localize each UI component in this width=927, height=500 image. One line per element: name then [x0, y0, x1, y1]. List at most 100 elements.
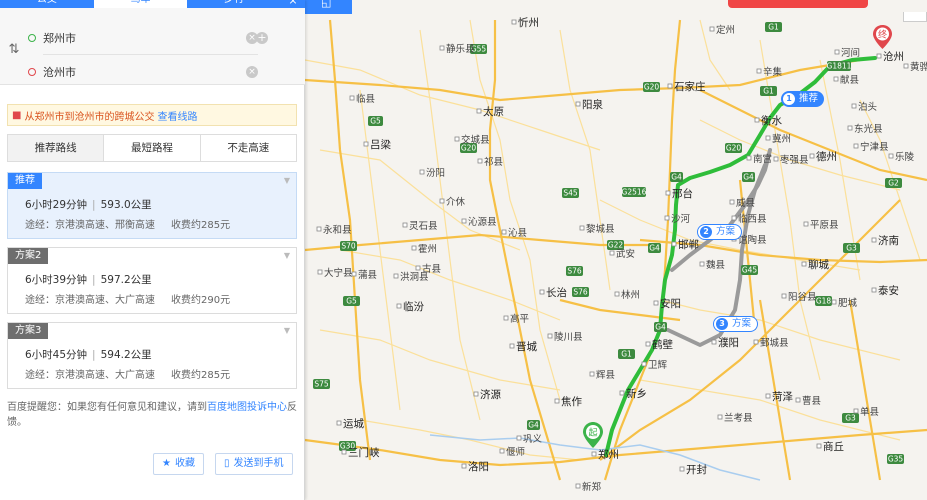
- map-plan-label-1[interactable]: 1 推荐: [781, 91, 825, 107]
- end-pin-icon[interactable]: 终: [873, 25, 892, 49]
- city-label[interactable]: 偃师: [506, 446, 525, 458]
- city-label[interactable]: 南宫: [753, 153, 772, 165]
- city-label[interactable]: 蒲县: [358, 269, 377, 281]
- close-icon[interactable]: ×: [281, 0, 305, 8]
- city-label[interactable]: 辛集: [763, 66, 783, 78]
- city-label[interactable]: 宁津县: [860, 141, 889, 153]
- intercity-bus-banner[interactable]: ■ 从郑州市到沧州市的跨城公交 查看线路: [7, 104, 297, 126]
- city-label[interactable]: 永和县: [323, 224, 352, 236]
- city-label[interactable]: 晋城: [516, 341, 537, 353]
- city-label[interactable]: 东光县: [854, 123, 883, 135]
- city-label[interactable]: 新乡: [626, 387, 647, 400]
- city-label[interactable]: 陵川县: [554, 332, 583, 343]
- tab-drive[interactable]: 驾车: [93, 0, 188, 8]
- tab-shortest[interactable]: 最短路程: [103, 135, 200, 161]
- city-label[interactable]: 兰考县: [724, 412, 753, 424]
- city-label[interactable]: 冀州: [772, 133, 791, 145]
- city-label[interactable]: 献县: [840, 74, 859, 86]
- start-input[interactable]: 郑州市: [43, 30, 246, 46]
- complaint-center-link[interactable]: 百度地图投诉中心: [207, 402, 287, 413]
- city-label[interactable]: 林州: [621, 289, 640, 301]
- city-label[interactable]: 濮阳: [718, 336, 739, 349]
- city-label[interactable]: 定州: [716, 24, 735, 36]
- city-label[interactable]: 吕梁: [370, 138, 391, 151]
- city-label[interactable]: 鹤壁: [652, 338, 673, 351]
- city-label[interactable]: 祁县: [484, 156, 503, 168]
- city-label[interactable]: 临汾: [403, 300, 424, 313]
- city-label[interactable]: 威县: [736, 197, 755, 209]
- city-label[interactable]: 焦作: [561, 395, 582, 408]
- city-label[interactable]: 邯郸: [678, 238, 699, 251]
- city-label[interactable]: 聊城: [808, 258, 829, 271]
- tab-walk[interactable]: 步行: [187, 0, 281, 8]
- city-label[interactable]: 泰安: [878, 284, 899, 297]
- city-label[interactable]: 平原县: [810, 220, 839, 231]
- city-label[interactable]: 卫辉: [648, 360, 668, 371]
- tab-no-highway[interactable]: 不走高速: [199, 135, 296, 161]
- promo-banner[interactable]: [728, 0, 868, 8]
- city-label[interactable]: 沁源县: [468, 217, 497, 228]
- send-to-phone-button[interactable]: ▯ 发送到手机: [215, 453, 293, 475]
- route-plan-3[interactable]: 方案3 ▼ 6小时45分钟 | 594.2公里 途经：京港澳高速、大广高速 收费约28…: [7, 322, 297, 389]
- view-lines-link[interactable]: 查看线路: [157, 108, 197, 123]
- city-label[interactable]: 新郑: [582, 481, 602, 493]
- city-label[interactable]: 运城: [343, 418, 364, 430]
- start-field[interactable]: 郑州市 ×: [28, 24, 258, 55]
- city-label[interactable]: 洛阳: [468, 460, 489, 473]
- city-label[interactable]: 灵石县: [409, 221, 438, 232]
- city-label[interactable]: 安阳: [660, 297, 681, 310]
- city-label[interactable]: 馆陶县: [738, 234, 767, 246]
- city-label[interactable]: 沁县: [508, 228, 527, 239]
- city-label[interactable]: 沧州: [883, 50, 904, 63]
- end-field[interactable]: 沧州市 ×: [28, 58, 258, 86]
- chevron-down-icon[interactable]: ▼: [284, 251, 290, 260]
- city-label[interactable]: 德州: [816, 150, 837, 163]
- city-label[interactable]: 高平: [510, 313, 530, 325]
- city-label[interactable]: 衡水: [761, 115, 782, 127]
- tab-recommended[interactable]: 推荐路线: [8, 135, 104, 161]
- city-label[interactable]: 汾阳: [426, 168, 445, 179]
- city-label[interactable]: 三门峡: [348, 446, 380, 459]
- clear-end-icon[interactable]: ×: [246, 66, 258, 78]
- city-label[interactable]: 石家庄: [674, 80, 706, 93]
- city-label[interactable]: 枣强县: [780, 155, 809, 166]
- route-plan-1[interactable]: 推荐 ▼ 6小时29分钟 | 593.0公里 途经：京港澳高速、邢衡高速 收费约285…: [7, 172, 297, 239]
- city-label[interactable]: 黄骅: [910, 61, 927, 73]
- city-label[interactable]: 巩义: [523, 434, 543, 445]
- map-corner-button[interactable]: ◱: [305, 0, 352, 14]
- route-plan-2[interactable]: 方案2 ▼ 6小时39分钟 | 597.2公里 途经：京港澳高速、大广高速 收费约29…: [7, 247, 297, 314]
- city-label[interactable]: 开封: [686, 463, 707, 476]
- city-label[interactable]: 邢台: [672, 187, 693, 200]
- chevron-down-icon[interactable]: ▼: [284, 176, 290, 185]
- map-plan-label-3[interactable]: 3 方案: [713, 316, 759, 332]
- city-label[interactable]: 大宁县: [324, 267, 353, 279]
- city-label[interactable]: 辉县: [596, 370, 615, 381]
- city-label[interactable]: 乐陵: [895, 151, 915, 163]
- start-pin-icon[interactable]: 起: [583, 422, 603, 448]
- city-label[interactable]: 曹县: [802, 395, 821, 407]
- city-label[interactable]: 静乐县: [446, 43, 475, 55]
- chevron-down-icon[interactable]: ▼: [284, 326, 290, 335]
- city-label[interactable]: 河间: [841, 47, 860, 59]
- city-label[interactable]: 介休: [446, 196, 466, 208]
- city-label[interactable]: 济南: [878, 234, 899, 247]
- city-label[interactable]: 泊头: [858, 101, 877, 113]
- city-label[interactable]: 交城县: [461, 134, 490, 146]
- city-label[interactable]: 太原: [483, 105, 504, 118]
- tab-bus[interactable]: 公交: [0, 0, 94, 8]
- city-label[interactable]: 忻州: [518, 16, 539, 29]
- city-label[interactable]: 魏县: [706, 259, 725, 271]
- city-label[interactable]: 古县: [422, 263, 441, 275]
- city-label[interactable]: 阳谷县: [788, 292, 817, 303]
- city-label[interactable]: 沙河: [671, 213, 691, 225]
- city-label[interactable]: 菏泽: [772, 391, 793, 403]
- city-label[interactable]: 商丘: [823, 440, 844, 453]
- city-label[interactable]: 鄄城县: [760, 338, 789, 349]
- city-label[interactable]: 单县: [860, 406, 879, 418]
- favorite-button[interactable]: ★ 收藏: [153, 453, 204, 475]
- city-label[interactable]: 肥城: [838, 298, 858, 309]
- add-waypoint-icon[interactable]: +: [256, 32, 268, 44]
- end-input[interactable]: 沧州市: [43, 64, 246, 80]
- swap-icon[interactable]: ⇅: [6, 42, 22, 58]
- city-label[interactable]: 阳泉: [582, 98, 603, 111]
